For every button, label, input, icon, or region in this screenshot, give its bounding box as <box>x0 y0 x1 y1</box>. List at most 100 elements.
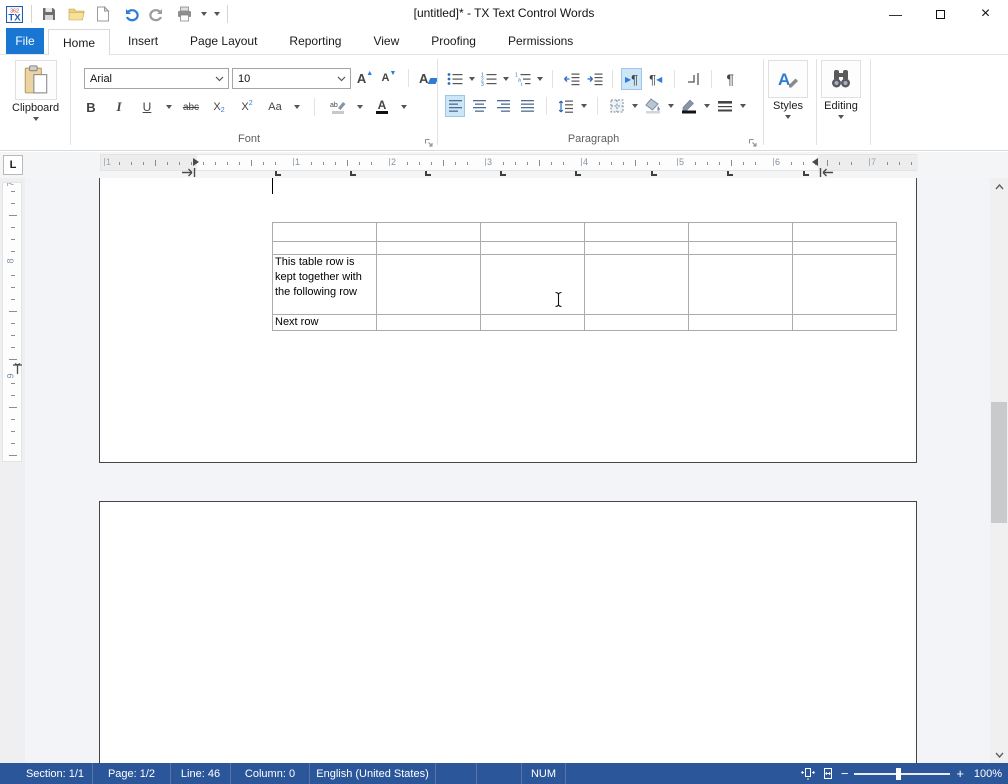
table-cell[interactable] <box>481 223 585 242</box>
scrollbar-thumb[interactable] <box>991 402 1007 523</box>
text-break-button[interactable] <box>684 69 702 89</box>
table-cell[interactable] <box>273 223 377 242</box>
subscript-button[interactable]: X2 <box>210 97 228 117</box>
bullet-list-button[interactable] <box>446 69 464 89</box>
table-cell[interactable] <box>689 315 793 331</box>
table-cell[interactable] <box>481 315 585 331</box>
show-formatting-marks-button[interactable]: ¶ <box>721 69 739 89</box>
table-cell[interactable] <box>377 255 481 315</box>
table-cell[interactable] <box>585 242 689 255</box>
clear-formatting-button[interactable]: A <box>419 68 437 88</box>
italic-button[interactable]: I <box>110 97 128 117</box>
numbered-list-button[interactable]: 123 <box>480 69 498 89</box>
highlight-dropdown[interactable] <box>357 105 363 109</box>
tab-permissions[interactable]: Permissions <box>494 28 587 54</box>
table-cell[interactable] <box>273 242 377 255</box>
zoom-slider[interactable] <box>854 773 950 775</box>
table-cell[interactable] <box>585 255 689 315</box>
underline-dropdown[interactable] <box>166 105 172 109</box>
highlight-button[interactable]: ab <box>329 97 347 117</box>
font-color-button[interactable]: A <box>373 97 391 117</box>
justify-button[interactable] <box>518 96 536 116</box>
table-cell[interactable]: Next row <box>273 315 377 331</box>
shrink-font-button[interactable]: A▼ <box>380 68 398 88</box>
multilevel-list-dropdown[interactable] <box>537 77 543 81</box>
tab-insert[interactable]: Insert <box>114 28 172 54</box>
editing-button[interactable]: Editing <box>821 60 861 119</box>
minimize-button[interactable]: — <box>873 0 918 28</box>
zoom-out-button[interactable]: − <box>841 767 849 780</box>
clipboard-button[interactable]: Clipboard <box>12 60 59 121</box>
tab-stop-marker[interactable] <box>275 171 281 176</box>
font-dialog-launcher[interactable] <box>424 135 436 147</box>
page-1[interactable]: This table row is kept together with the… <box>99 178 917 463</box>
strikethrough-button[interactable]: abc <box>182 97 200 117</box>
table-cell[interactable] <box>377 223 481 242</box>
multilevel-list-button[interactable]: 1ai <box>514 69 532 89</box>
fit-page-icon[interactable] <box>801 767 815 780</box>
right-to-left-paragraph-button[interactable]: ¶◀ <box>646 69 665 89</box>
page-2[interactable] <box>99 501 917 763</box>
zoom-slider-handle[interactable] <box>896 768 901 780</box>
tab-stop-marker[interactable] <box>727 171 733 176</box>
font-color-dropdown[interactable] <box>401 105 407 109</box>
styles-dropdown[interactable] <box>785 115 791 119</box>
styles-button[interactable]: A Styles <box>768 60 808 119</box>
tab-stop-marker[interactable] <box>350 171 356 176</box>
border-color-button[interactable] <box>680 96 698 116</box>
tab-stop-marker[interactable] <box>425 171 431 176</box>
line-style-dropdown[interactable] <box>740 104 746 108</box>
tab-proofing[interactable]: Proofing <box>417 28 490 54</box>
shading-button[interactable] <box>644 96 662 116</box>
clipboard-dropdown[interactable] <box>33 117 39 121</box>
scroll-up-arrow[interactable] <box>990 178 1008 195</box>
close-button[interactable]: × <box>963 0 1008 28</box>
change-case-button[interactable]: Aa <box>266 97 284 117</box>
table-cell[interactable] <box>793 255 897 315</box>
line-spacing-dropdown[interactable] <box>581 104 587 108</box>
border-color-dropdown[interactable] <box>704 104 710 108</box>
borders-button[interactable] <box>608 96 626 116</box>
tab-reporting[interactable]: Reporting <box>275 28 355 54</box>
vertical-scrollbar[interactable] <box>990 178 1008 763</box>
table-cell[interactable] <box>377 242 481 255</box>
line-style-button[interactable] <box>716 96 734 116</box>
maximize-button[interactable] <box>918 0 963 28</box>
numbered-list-dropdown[interactable] <box>503 77 509 81</box>
grow-font-button[interactable]: A▲ <box>356 68 374 88</box>
tab-file[interactable]: File <box>6 28 44 54</box>
font-name-select[interactable]: Arial <box>84 68 229 89</box>
table-cell[interactable] <box>793 315 897 331</box>
fit-width-icon[interactable] <box>821 767 835 780</box>
zoom-in-button[interactable]: + <box>956 767 964 780</box>
table-cell[interactable] <box>689 242 793 255</box>
change-case-dropdown[interactable] <box>294 105 300 109</box>
table-cell[interactable] <box>377 315 481 331</box>
table-cell[interactable] <box>689 255 793 315</box>
shading-dropdown[interactable] <box>668 104 674 108</box>
tab-stop-marker[interactable] <box>651 171 657 176</box>
tab-page-layout[interactable]: Page Layout <box>176 28 271 54</box>
table-cell[interactable] <box>481 255 585 315</box>
line-spacing-button[interactable] <box>557 96 575 116</box>
table-cell[interactable] <box>689 223 793 242</box>
table-cell[interactable] <box>793 242 897 255</box>
tab-stop-marker[interactable] <box>803 171 809 176</box>
table-cell[interactable] <box>793 223 897 242</box>
table-cell[interactable] <box>585 223 689 242</box>
align-center-button[interactable] <box>470 96 488 116</box>
decrease-indent-button[interactable] <box>562 69 580 89</box>
paragraph-dialog-launcher[interactable] <box>748 135 760 147</box>
borders-dropdown[interactable] <box>632 104 638 108</box>
table-cell[interactable]: This table row is kept together with the… <box>273 255 377 315</box>
bottom-margin-marker[interactable] <box>12 362 23 374</box>
bold-button[interactable]: B <box>82 97 100 117</box>
increase-indent-button[interactable] <box>585 69 603 89</box>
tab-stop-marker[interactable] <box>575 171 581 176</box>
bullet-list-dropdown[interactable] <box>469 77 475 81</box>
align-right-button[interactable] <box>494 96 512 116</box>
editing-dropdown[interactable] <box>838 115 844 119</box>
underline-button[interactable]: U <box>138 97 156 117</box>
tab-view[interactable]: View <box>359 28 413 54</box>
table-cell[interactable] <box>585 315 689 331</box>
